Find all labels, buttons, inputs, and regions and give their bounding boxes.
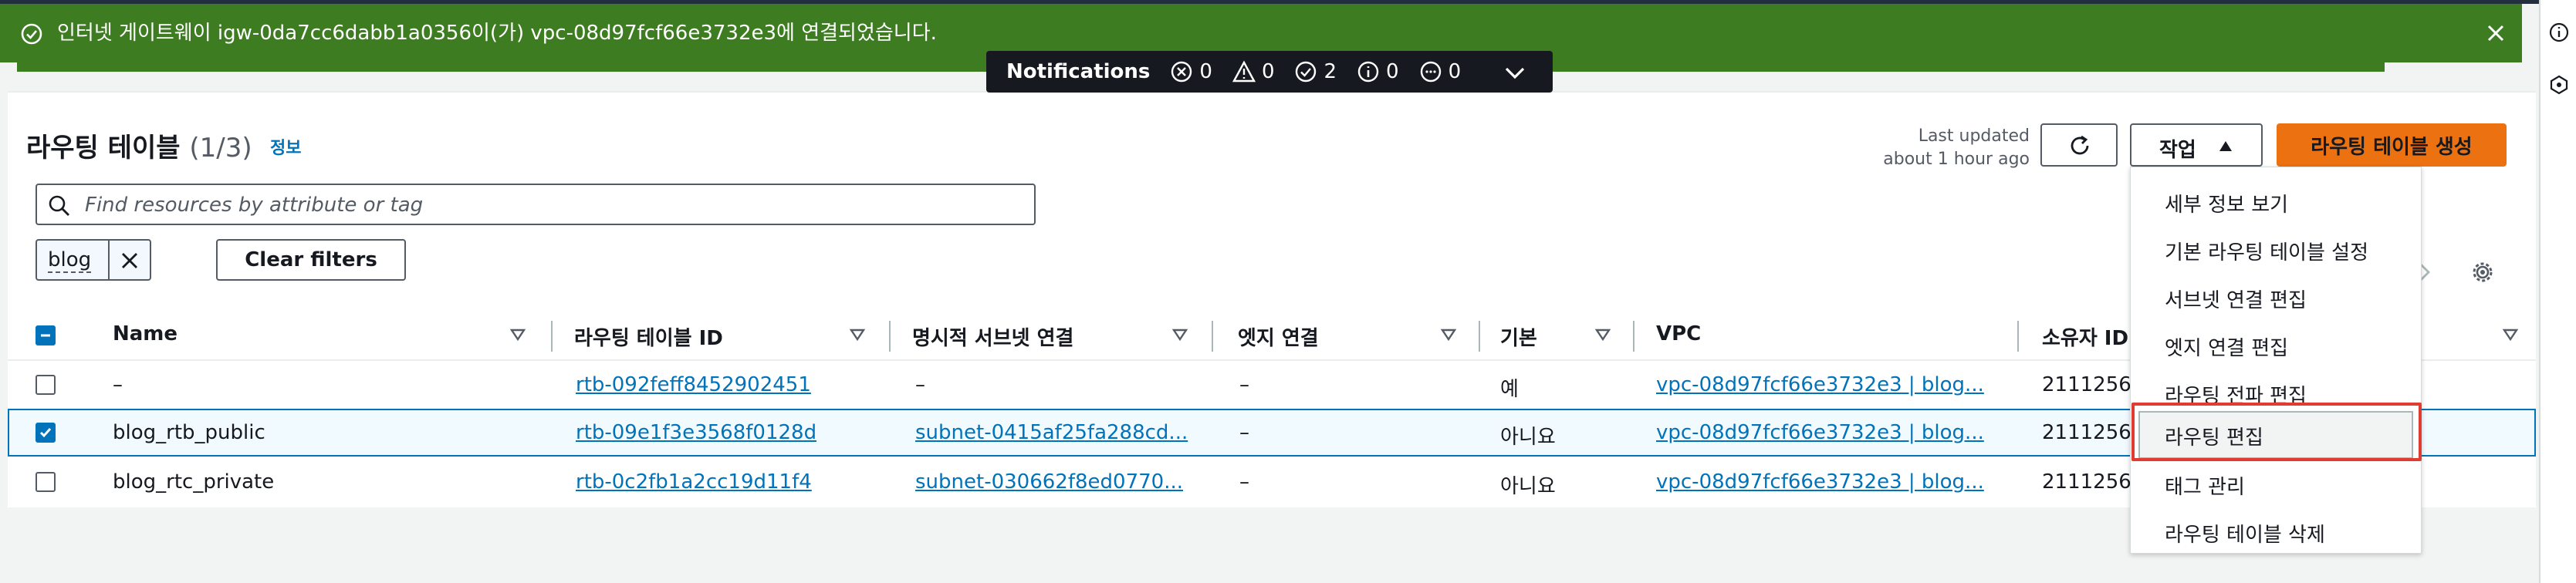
page-title: 라우팅 테이블 (1/3) <box>26 133 252 163</box>
selection-count: (1/3) <box>189 133 252 163</box>
cell-vpc-link[interactable]: vpc-08d97fcf66e3732e3 | blog... <box>1656 373 1993 396</box>
cell-rt-id-link[interactable]: rtb-0c2fb1a2cc19d11f4 <box>576 470 812 494</box>
menu-item-edit-routes[interactable]: 라우팅 편집 <box>2138 411 2413 459</box>
column-divider[interactable] <box>1212 321 1213 352</box>
info-icon <box>1357 61 1379 83</box>
column-header-rt-id[interactable]: 라우팅 테이블 ID <box>574 322 723 351</box>
success-count: 2 <box>1294 60 1337 83</box>
sort-down-icon[interactable] <box>1594 327 1611 342</box>
cell-main: 아니요 <box>1500 426 1556 449</box>
remove-filter-icon[interactable] <box>119 250 140 271</box>
create-route-table-button[interactable]: 라우팅 테이블 생성 <box>2277 123 2507 167</box>
filter-token: blog <box>35 239 151 281</box>
cell-main: 예 <box>1500 378 1519 401</box>
notifications-bar[interactable]: Notifications 0 0 2 0 0 <box>986 51 1553 93</box>
chevron-down-icon[interactable] <box>1502 59 1528 86</box>
row-checkbox[interactable] <box>35 423 56 443</box>
column-header-edge[interactable]: 엣지 연결 <box>1238 322 1319 351</box>
actions-dropdown-menu: 세부 정보 보기 기본 라우팅 테이블 설정 서브넷 연결 편집 엣지 연결 편… <box>2130 167 2422 554</box>
row-checkbox[interactable] <box>35 472 56 492</box>
column-divider[interactable] <box>1479 321 1480 352</box>
info-link[interactable]: 정보 <box>270 134 301 159</box>
pending-icon <box>1420 61 1441 83</box>
cell-rt-id-link[interactable]: rtb-092feff8452902451 <box>576 373 811 396</box>
search-field[interactable] <box>35 184 1036 225</box>
pending-count: 0 <box>1419 60 1461 83</box>
last-updated: Last updated about 1 hour ago <box>1883 126 2030 169</box>
row-checkbox[interactable] <box>35 375 56 395</box>
success-icon <box>1296 61 1317 83</box>
info-panel-icon[interactable] <box>2548 22 2570 43</box>
column-divider[interactable] <box>2017 321 2019 352</box>
cell-vpc-link[interactable]: vpc-08d97fcf66e3732e3 | blog... <box>1656 470 1993 494</box>
cell-owner: 2111256 <box>2042 470 2131 494</box>
cell-name: – <box>113 373 123 396</box>
column-divider[interactable] <box>551 321 553 352</box>
cell-name: blog_rtc_private <box>113 470 275 494</box>
column-header-owner[interactable]: 소유자 ID <box>2042 322 2128 351</box>
cell-name: blog_rtb_public <box>113 421 265 444</box>
refresh-icon <box>2071 135 2089 155</box>
cell-subnet-link[interactable]: subnet-030662f8ed0770... <box>915 470 1201 494</box>
sort-down-icon[interactable] <box>849 327 866 342</box>
menu-item-edit-route-propagation[interactable]: 라우팅 전파 편집 <box>2131 369 2421 417</box>
select-all-checkbox[interactable] <box>35 325 56 345</box>
column-header-vpc[interactable]: VPC <box>1656 322 1701 345</box>
flash-message: 인터넷 게이트웨이 igw-0da7cc6dabb1a0356이(가) vpc-… <box>57 22 937 45</box>
warning-icon <box>1232 60 1256 83</box>
menu-item-set-main-route-table[interactable]: 기본 라우팅 테이블 설정 <box>2131 226 2421 274</box>
cell-rt-id-link[interactable]: rtb-09e1f3e3568f0128d <box>576 421 816 444</box>
cell-subnet-link[interactable]: subnet-0415af25fa288cd... <box>915 421 1201 444</box>
column-divider[interactable] <box>889 321 891 352</box>
cell-main: 아니요 <box>1500 475 1556 498</box>
cell-edge: – <box>1239 373 1249 396</box>
notifications-title: Notifications <box>1006 60 1151 83</box>
error-icon <box>1171 61 1192 83</box>
error-count: 0 <box>1170 60 1212 83</box>
cell-subnet: – <box>915 373 925 396</box>
cell-edge: – <box>1239 470 1249 494</box>
feedback-icon[interactable] <box>2548 74 2570 96</box>
column-divider[interactable] <box>1633 321 1635 352</box>
info-count: 0 <box>1357 60 1399 83</box>
check-icon <box>39 428 52 438</box>
column-header-subnet[interactable]: 명시적 서브넷 연결 <box>912 322 1073 351</box>
success-check-icon <box>21 23 42 45</box>
refresh-button[interactable] <box>2040 123 2118 167</box>
sort-down-icon[interactable] <box>509 327 526 342</box>
sort-down-icon[interactable] <box>2502 327 2519 342</box>
menu-item-view-details[interactable]: 세부 정보 보기 <box>2131 178 2421 226</box>
cell-edge: – <box>1239 421 1249 444</box>
caret-up-icon <box>2219 141 2232 151</box>
sort-down-icon[interactable] <box>1171 327 1188 342</box>
minus-icon <box>41 334 50 337</box>
gear-icon[interactable] <box>2470 259 2496 285</box>
actions-button[interactable]: 작업 <box>2130 123 2263 167</box>
close-icon[interactable] <box>2483 21 2508 45</box>
menu-item-edit-edge-associations[interactable]: 엣지 연결 편집 <box>2131 322 2421 369</box>
search-icon <box>49 195 69 216</box>
menu-item-manage-tags[interactable]: 태그 관리 <box>2131 460 2421 508</box>
cell-owner: 2111256 <box>2042 421 2131 444</box>
cell-owner: 2111256 <box>2042 373 2131 396</box>
right-utility-rail <box>2539 0 2576 583</box>
column-header-name[interactable]: Name <box>113 322 177 345</box>
token-divider <box>108 241 110 279</box>
menu-item-edit-subnet-associations[interactable]: 서브넷 연결 편집 <box>2131 274 2421 322</box>
column-header-main[interactable]: 기본 <box>1500 322 1537 351</box>
search-input[interactable] <box>83 191 1012 219</box>
warning-count: 0 <box>1232 60 1274 83</box>
cell-vpc-link[interactable]: vpc-08d97fcf66e3732e3 | blog... <box>1656 421 1993 444</box>
menu-item-delete-route-table[interactable]: 라우팅 테이블 삭제 <box>2131 508 2421 556</box>
clear-filters-button[interactable]: Clear filters <box>216 239 406 281</box>
sort-down-icon[interactable] <box>1440 327 1457 342</box>
filter-token-value: blog <box>48 248 92 273</box>
